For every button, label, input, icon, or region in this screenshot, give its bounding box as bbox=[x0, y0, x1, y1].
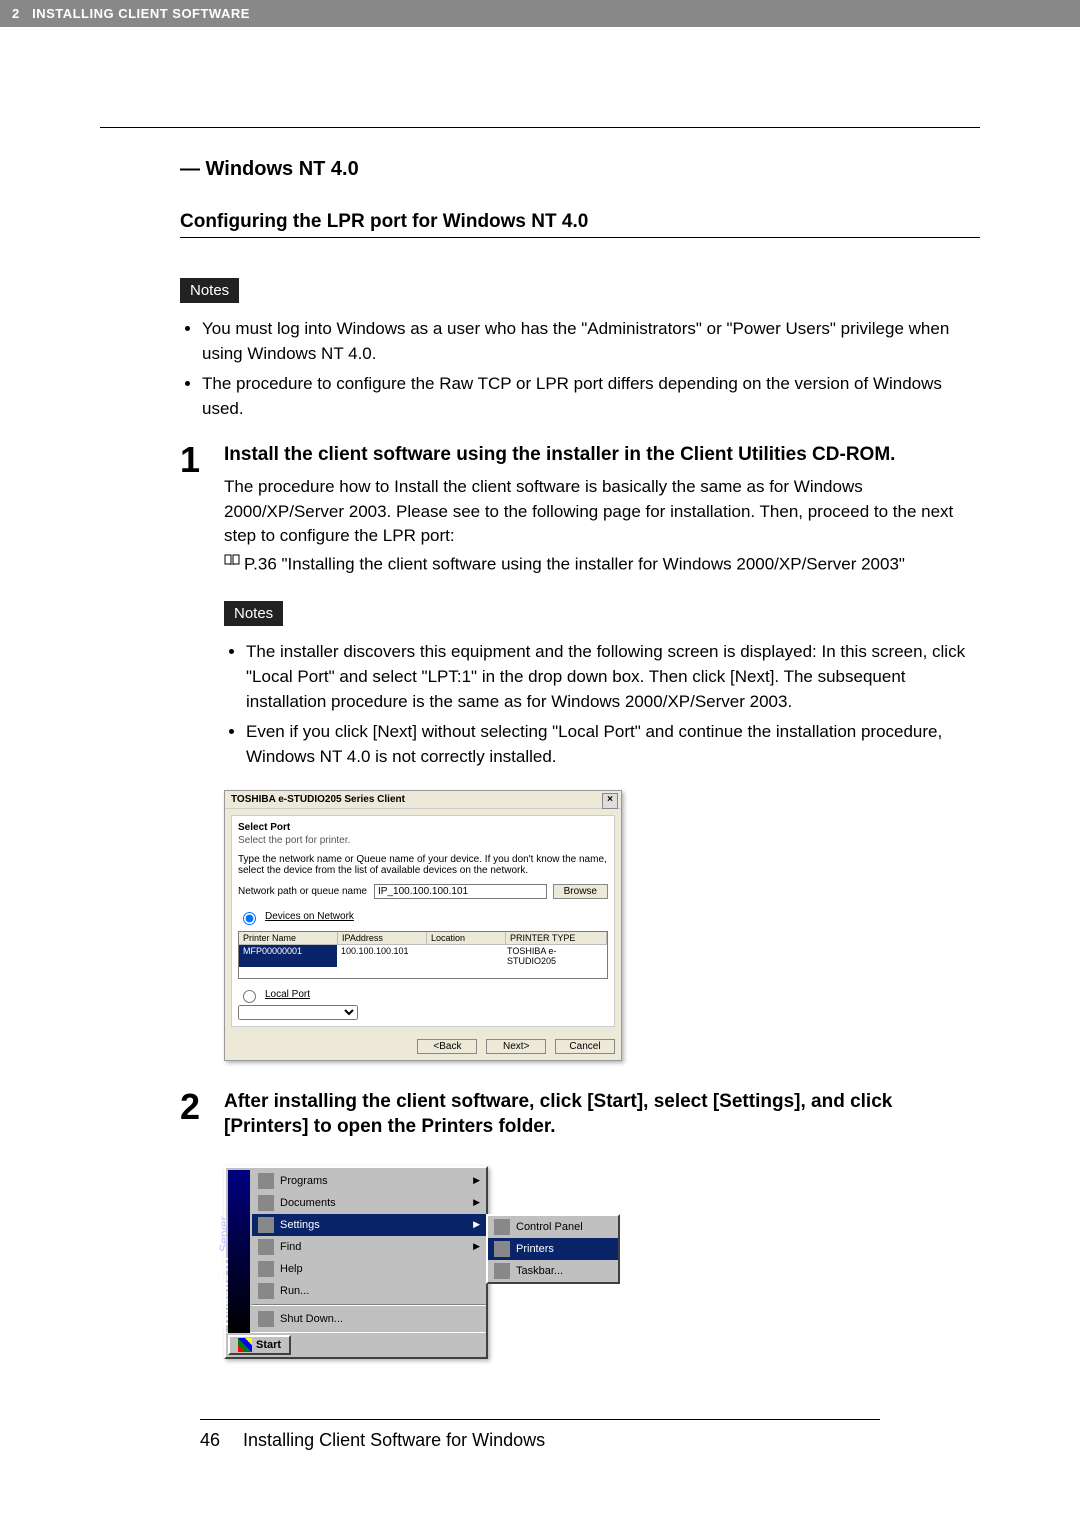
path-label: Network path or queue name bbox=[238, 886, 368, 897]
start-menu-screenshot: Windows NT Server Programs▶ Documents▶ S… bbox=[224, 1166, 980, 1359]
chapter-title: INSTALLING CLIENT SOFTWARE bbox=[32, 6, 250, 21]
chapter-header: 2 INSTALLING CLIENT SOFTWARE bbox=[0, 0, 1080, 27]
settings-icon bbox=[258, 1217, 274, 1233]
devices-radio-label: Devices on Network bbox=[265, 911, 354, 922]
taskbar: Start bbox=[226, 1332, 486, 1357]
start-button[interactable]: Start bbox=[228, 1335, 291, 1355]
installer-dialog-screenshot: TOSHIBA e-STUDIO205 Series Client × Sele… bbox=[224, 790, 980, 1061]
devices-radio[interactable] bbox=[243, 912, 256, 925]
shutdown-icon bbox=[258, 1311, 274, 1327]
page-number: 46 bbox=[200, 1430, 220, 1450]
submenu-printers[interactable]: Printers bbox=[488, 1238, 618, 1260]
menu-run[interactable]: Run... bbox=[252, 1280, 486, 1302]
note-item: The installer discovers this equipment a… bbox=[246, 640, 980, 714]
control-panel-icon bbox=[494, 1219, 510, 1235]
book-icon bbox=[224, 549, 240, 574]
col-ip: IPAddress bbox=[338, 932, 427, 945]
menu-separator bbox=[252, 1304, 486, 1306]
chevron-right-icon: ▶ bbox=[473, 1197, 480, 1208]
submenu-taskbar[interactable]: Taskbar... bbox=[488, 1260, 618, 1282]
section-title: Select Port bbox=[238, 822, 608, 833]
chevron-right-icon: ▶ bbox=[473, 1241, 480, 1252]
reference-text: P.36 "Installing the client software usi… bbox=[244, 555, 905, 574]
browse-button[interactable]: Browse bbox=[553, 884, 608, 899]
menu-find[interactable]: Find▶ bbox=[252, 1236, 486, 1258]
step-number: 1 bbox=[180, 442, 224, 578]
step-title: Install the client software using the in… bbox=[224, 442, 980, 468]
close-icon[interactable]: × bbox=[602, 793, 618, 809]
local-port-select[interactable] bbox=[238, 1005, 358, 1020]
step-reference: P.36 "Installing the client software usi… bbox=[224, 549, 980, 577]
rule bbox=[100, 127, 980, 128]
dialog-titlebar: TOSHIBA e-STUDIO205 Series Client × bbox=[225, 791, 621, 809]
col-type: PRINTER TYPE bbox=[506, 932, 607, 945]
cancel-button[interactable]: Cancel bbox=[555, 1039, 615, 1054]
documents-icon bbox=[258, 1195, 274, 1211]
find-icon bbox=[258, 1239, 274, 1255]
start-menu: Windows NT Server Programs▶ Documents▶ S… bbox=[224, 1166, 488, 1359]
col-location: Location bbox=[427, 932, 506, 945]
step-2: 2 After installing the client software, … bbox=[180, 1089, 980, 1148]
subheading-rule bbox=[180, 237, 980, 238]
note-item: The procedure to configure the Raw TCP o… bbox=[202, 372, 980, 421]
section-subtitle: Select the port for printer. bbox=[238, 835, 608, 846]
instruction-text: Type the network name or Queue name of y… bbox=[238, 854, 608, 876]
chapter-number: 2 bbox=[12, 6, 20, 21]
menu-settings[interactable]: Settings▶ bbox=[252, 1214, 486, 1236]
local-port-label: Local Port bbox=[265, 989, 310, 1000]
step-text: The procedure how to Install the client … bbox=[224, 475, 980, 549]
menu-programs[interactable]: Programs▶ bbox=[252, 1170, 486, 1192]
notes-badge: Notes bbox=[224, 601, 283, 626]
menu-documents[interactable]: Documents▶ bbox=[252, 1192, 486, 1214]
notes-list: You must log into Windows as a user who … bbox=[180, 317, 980, 422]
note-item: Even if you click [Next] without selecti… bbox=[246, 720, 980, 769]
settings-submenu: Control Panel Printers Taskbar... bbox=[486, 1214, 620, 1284]
step-title: After installing the client software, cl… bbox=[224, 1089, 980, 1140]
network-path-input[interactable] bbox=[374, 884, 547, 899]
submenu-control-panel[interactable]: Control Panel bbox=[488, 1216, 618, 1238]
taskbar-icon bbox=[494, 1263, 510, 1279]
platform-heading: — Windows NT 4.0 bbox=[180, 158, 980, 181]
step-number: 2 bbox=[180, 1089, 224, 1148]
menu-help[interactable]: Help bbox=[252, 1258, 486, 1280]
back-button[interactable]: <Back bbox=[417, 1039, 477, 1054]
col-printer-name: Printer Name bbox=[239, 932, 338, 945]
windows-icon bbox=[238, 1338, 252, 1352]
programs-icon bbox=[258, 1173, 274, 1189]
printers-icon bbox=[494, 1241, 510, 1257]
dialog-title: TOSHIBA e-STUDIO205 Series Client bbox=[231, 794, 405, 805]
help-icon bbox=[258, 1261, 274, 1277]
local-port-radio[interactable] bbox=[243, 990, 256, 1003]
notes-list: The installer discovers this equipment a… bbox=[224, 640, 980, 769]
device-list[interactable]: Printer Name IPAddress Location PRINTER … bbox=[238, 931, 608, 979]
chevron-right-icon: ▶ bbox=[473, 1219, 480, 1230]
notes-badge: Notes bbox=[180, 278, 239, 303]
page-footer: 46 Installing Client Software for Window… bbox=[200, 1419, 880, 1451]
device-row[interactable]: MFP00000001 100.100.100.101 TOSHIBA e-ST… bbox=[239, 945, 607, 967]
menu-shutdown[interactable]: Shut Down... bbox=[252, 1308, 486, 1330]
sub-heading: Configuring the LPR port for Windows NT … bbox=[180, 211, 980, 233]
note-item: You must log into Windows as a user who … bbox=[202, 317, 980, 366]
select-port-dialog: TOSHIBA e-STUDIO205 Series Client × Sele… bbox=[224, 790, 622, 1061]
footer-text: Installing Client Software for Windows bbox=[243, 1430, 545, 1450]
next-button[interactable]: Next> bbox=[486, 1039, 546, 1054]
step-1: 1 Install the client software using the … bbox=[180, 442, 980, 578]
run-icon bbox=[258, 1283, 274, 1299]
chevron-right-icon: ▶ bbox=[473, 1175, 480, 1186]
start-menu-banner: Windows NT Server bbox=[228, 1170, 250, 1333]
